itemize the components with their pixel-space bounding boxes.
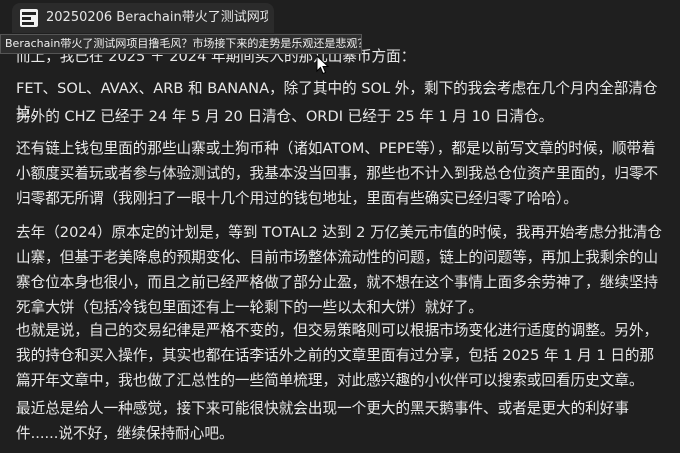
paragraph-6: 最近总是给人一种感觉，接下来可能很快就会出现一个更大的黑天鹅事件、或者是更大的利…: [16, 400, 629, 442]
mouse-cursor-icon: [316, 55, 329, 75]
article-body: 而上，我已在 2025 ＋ 2024 年期间买入的那几山寨币方面： FET、SO…: [0, 40, 680, 453]
tab-title: 20250206 Berachain带火了测试网项...: [46, 10, 268, 25]
tab-tooltip: Berachain带火了测试网项目撸毛风？市场接下来的走势是乐观还是悲观？: [0, 34, 362, 54]
site-favicon-icon: [20, 9, 38, 27]
paragraph-2: 另外的 CHZ 已经于 24 年 5 月 20 日清仓、ORDI 已经于 25 …: [16, 108, 554, 125]
paragraph-5: 也就是说，自己的交易纪律是严格不变的，但交易策略则可以根据市场变化进行适度的调整…: [16, 322, 659, 389]
browser-tab[interactable]: 20250206 Berachain带火了测试网项...: [12, 3, 274, 33]
browser-tab-bar: 20250206 Berachain带火了测试网项...: [0, 0, 680, 34]
paragraph-4: 去年（2024）原本定的计划是，等到 TOTAL2 达到 2 万亿美元市值的时候…: [16, 224, 662, 316]
paragraph-3: 还有链上钱包里面的那些山寨或土狗币种（诸如ATOM、PEPE等），都是以前写文章…: [16, 140, 659, 207]
